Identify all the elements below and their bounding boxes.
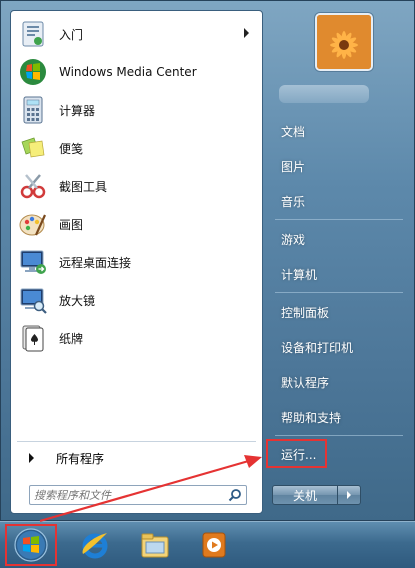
program-windows-media-center[interactable]: Windows Media Center — [15, 54, 255, 90]
link-games[interactable]: 游戏 — [273, 225, 393, 253]
media-center-icon — [17, 56, 49, 88]
divider — [275, 435, 403, 436]
program-getting-started[interactable]: 入门 — [15, 16, 255, 52]
taskbar-media-player[interactable] — [195, 527, 233, 565]
programs-pane: 入门 Windows Media Center 计算器 便笺 截图工具 画图 远… — [10, 10, 263, 514]
program-snipping-tool[interactable]: 截图工具 — [15, 168, 255, 204]
program-label: 入门 — [59, 27, 84, 42]
media-player-icon — [197, 528, 231, 565]
link-music[interactable]: 音乐 — [273, 187, 393, 215]
magnifier-icon — [17, 284, 49, 316]
user-name-blurred[interactable] — [279, 85, 369, 103]
program-label: 画图 — [59, 217, 84, 232]
start-menu: 入门 Windows Media Center 计算器 便笺 截图工具 画图 远… — [0, 0, 415, 521]
shutdown-button[interactable]: 关机 — [272, 485, 338, 505]
program-label: Windows Media Center — [59, 65, 197, 79]
program-calculator[interactable]: 计算器 — [15, 92, 255, 128]
program-label: 远程桌面连接 — [59, 255, 132, 270]
divider — [17, 441, 256, 442]
divider — [275, 219, 403, 220]
calculator-icon — [17, 94, 49, 126]
program-label: 截图工具 — [59, 179, 108, 194]
start-highlight-box — [5, 524, 57, 566]
taskbar-windows-explorer[interactable] — [136, 527, 174, 565]
user-avatar[interactable] — [315, 13, 373, 71]
program-paint[interactable]: 画图 — [15, 206, 255, 242]
shutdown-options-button[interactable] — [338, 485, 361, 505]
taskbar — [0, 521, 415, 568]
taskbar-internet-explorer[interactable] — [76, 527, 114, 565]
link-default-programs[interactable]: 默认程序 — [273, 368, 393, 396]
search-input[interactable] — [30, 486, 224, 504]
link-devices-printers[interactable]: 设备和打印机 — [273, 333, 393, 361]
submenu-arrow-icon[interactable] — [244, 28, 249, 38]
run-highlight-box — [266, 439, 327, 468]
search-box[interactable] — [29, 485, 247, 505]
search-icon[interactable] — [224, 486, 246, 504]
paint-icon — [17, 208, 49, 240]
chevron-right-icon — [347, 491, 351, 499]
divider — [275, 292, 403, 293]
all-programs-button[interactable]: 所有程序 — [15, 445, 255, 471]
remote-desktop-icon — [17, 246, 49, 278]
program-solitaire[interactable]: 纸牌 — [15, 320, 255, 356]
link-computer[interactable]: 计算机 — [273, 260, 393, 288]
triangle-right-icon — [29, 453, 34, 463]
program-label: 便笺 — [59, 141, 84, 156]
windows-explorer-icon — [138, 528, 172, 565]
program-label: 纸牌 — [59, 331, 84, 346]
link-documents[interactable]: 文档 — [273, 117, 393, 145]
all-programs-label: 所有程序 — [56, 451, 105, 466]
sticky-notes-icon — [17, 132, 49, 164]
program-sticky-notes[interactable]: 便笺 — [15, 130, 255, 166]
program-magnifier[interactable]: 放大镜 — [15, 282, 255, 318]
getting-started-icon — [17, 18, 49, 50]
program-remote-desktop[interactable]: 远程桌面连接 — [15, 244, 255, 280]
program-label: 计算器 — [59, 103, 96, 118]
link-help-support[interactable]: 帮助和支持 — [273, 403, 393, 431]
snipping-tool-icon — [17, 170, 49, 202]
program-label: 放大镜 — [59, 293, 96, 308]
solitaire-icon — [17, 322, 49, 354]
link-control-panel[interactable]: 控制面板 — [273, 298, 393, 326]
link-pictures[interactable]: 图片 — [273, 152, 393, 180]
internet-explorer-icon — [78, 528, 112, 565]
